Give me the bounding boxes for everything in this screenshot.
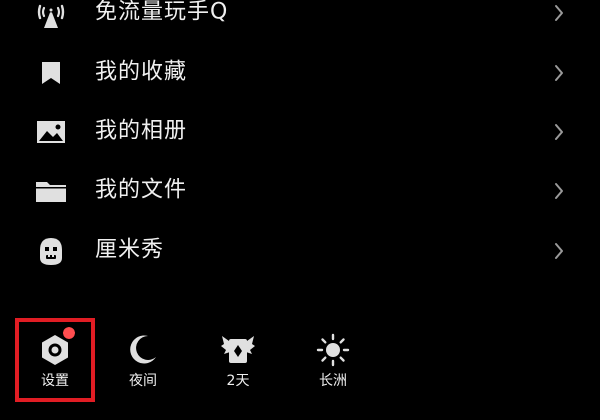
menu-item-files[interactable]: 我的文件 [0, 162, 600, 220]
menu-item-label: 我的收藏 [95, 59, 188, 85]
highlight-box [15, 318, 95, 402]
chevron-right-icon [555, 243, 563, 259]
wireless-signal-icon [37, 4, 65, 28]
sun-icon [316, 333, 350, 367]
winged-card-icon [221, 336, 255, 363]
chevron-right-icon [555, 5, 563, 21]
menu-item-free-data[interactable]: 免流量玩手Q [0, 0, 600, 42]
menu-item-label: 我的相册 [95, 118, 188, 144]
menu-item-label: 我的文件 [95, 177, 188, 203]
night-mode-button[interactable]: 夜间 [105, 318, 181, 402]
menu-item-cmshow[interactable]: 厘米秀 [0, 222, 600, 280]
chevron-right-icon [555, 65, 563, 81]
notification-dot [63, 327, 75, 339]
chevron-right-icon [555, 124, 563, 140]
weather-button[interactable]: 长洲 [295, 318, 371, 402]
menu-list: 免流量玩手Q 我的收藏 我的相册 我的文件 厘米秀 [0, 0, 600, 300]
avatar-show-icon [40, 238, 62, 265]
streak-days-button[interactable]: 2天 [200, 318, 276, 402]
weather-city-label: 长洲 [319, 373, 347, 389]
chevron-right-icon [555, 183, 563, 199]
moon-icon [130, 335, 156, 364]
menu-item-favorites[interactable]: 我的收藏 [0, 44, 600, 102]
photo-album-icon [37, 121, 65, 143]
folder-icon [36, 182, 66, 202]
menu-item-album[interactable]: 我的相册 [0, 103, 600, 161]
menu-item-label: 免流量玩手Q [95, 0, 229, 25]
streak-days-label: 2天 [226, 373, 250, 389]
bookmark-icon [42, 62, 60, 84]
menu-item-label: 厘米秀 [95, 237, 165, 263]
night-mode-label: 夜间 [129, 373, 157, 389]
